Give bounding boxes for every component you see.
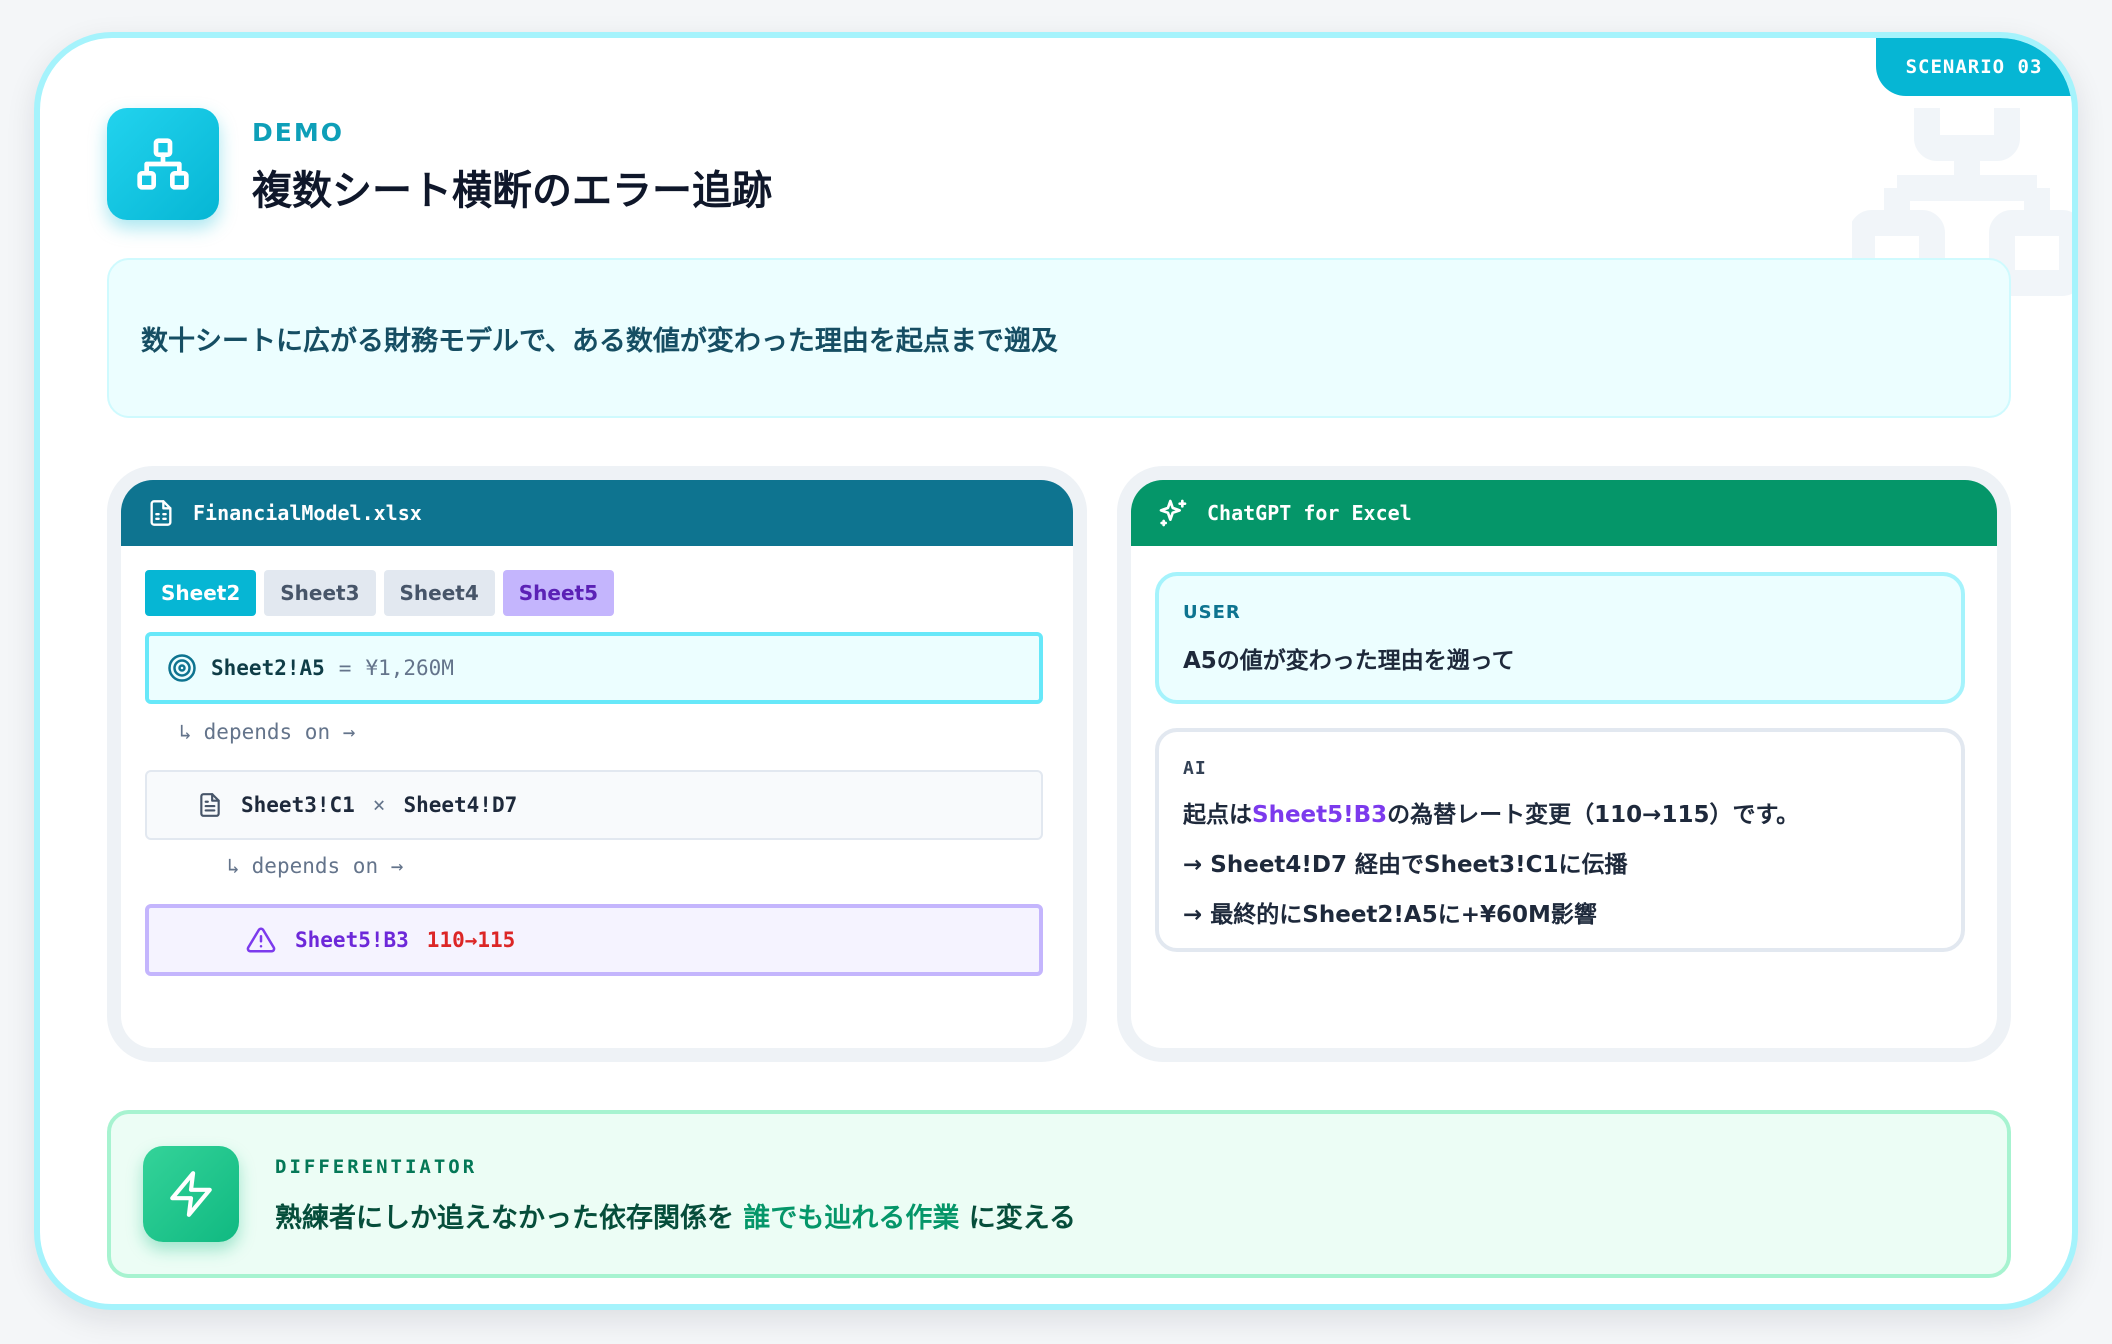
document-icon — [200, 793, 220, 817]
scenario-badge: SCENARIO 03 — [1876, 38, 2072, 96]
return-arrow-icon: ↳ — [227, 854, 240, 878]
description-text: 数十シートに広がる財務モデルで、ある数値が変わった理由を起点まで遡及 — [141, 325, 1058, 357]
page-title: 複数シート横断のエラー追跡 — [252, 168, 772, 214]
depends-label-2: depends on → — [251, 854, 404, 878]
ai-message-line-1: 起点はSheet5!B3の為替レート変更（110→115）です。 — [1183, 795, 1937, 829]
warning-icon — [246, 927, 276, 953]
differentiator-box: DIFFERENTIATOR 熟練者にしか追えなかった依存関係を 誰でも辿れる作… — [107, 1110, 2011, 1278]
trace-origin-cell[interactable]: Sheet5!B3 110→115 — [145, 904, 1043, 976]
origin-cell-ref: Sheet5!B3 — [295, 928, 409, 952]
differentiator-tag: DIFFERENTIATOR — [275, 1156, 478, 1178]
ai-line1-ref: Sheet5!B3 — [1252, 802, 1388, 828]
diff-text-after: に変える — [959, 1203, 1076, 1234]
spreadsheet-header: FinancialModel.xlsx — [121, 480, 1073, 546]
chat-panel: ChatGPT for Excel USER A5の値が変わった理由を遡って A… — [1117, 466, 2011, 1062]
trace-root-cell[interactable]: Sheet2!A5 = ¥1,260M — [145, 632, 1043, 704]
ai-role-label: AI — [1183, 758, 1207, 779]
origin-change: 110→115 — [426, 928, 516, 952]
diff-text-emphasis: 誰でも辿れる作業 — [743, 1203, 960, 1234]
ai-message-line-2: → Sheet4!D7 経由でSheet3!C1に伝播 — [1183, 852, 1628, 878]
sitemap-icon — [107, 108, 219, 220]
tab-sheet5[interactable]: Sheet5 — [502, 570, 614, 616]
ai-line1-prefix: 起点は — [1183, 802, 1252, 828]
root-value: ¥1,260M — [365, 656, 454, 680]
target-icon — [168, 654, 196, 682]
scenario-description: 数十シートに広がる財務モデルで、ある数値が変わった理由を起点まで遡及 — [107, 258, 2011, 418]
depends-on-1: ↳ depends on → — [179, 720, 355, 744]
section-tag: DEMO — [252, 118, 344, 147]
ai-message-line-3: → 最終的にSheet2!A5に+¥60M影響 — [1183, 902, 1597, 928]
tab-sheet3[interactable]: Sheet3 — [264, 570, 376, 616]
middle-right-ref: Sheet4!D7 — [403, 793, 518, 817]
spreadsheet-panel: FinancialModel.xlsx Sheet2 Sheet3 Sheet4… — [107, 466, 1087, 1062]
chat-title: ChatGPT for Excel — [1207, 501, 1412, 525]
trace-middle-cell[interactable]: Sheet3!C1 × Sheet4!D7 — [145, 770, 1043, 840]
differentiator-text: 熟練者にしか追えなかった依存関係を 誰でも辿れる作業 に変える — [275, 1196, 1076, 1235]
file-name: FinancialModel.xlsx — [193, 501, 422, 525]
return-arrow-icon: ↳ — [179, 720, 192, 744]
depends-on-2: ↳ depends on → — [227, 854, 403, 878]
depends-label-1: depends on → — [203, 720, 356, 744]
root-equals: = — [338, 656, 352, 680]
spreadsheet-file-icon — [150, 500, 172, 526]
user-role-label: USER — [1183, 602, 1241, 623]
chat-header: ChatGPT for Excel — [1131, 480, 1997, 546]
ai-message: AI 起点はSheet5!B3の為替レート変更（110→115）です。 → Sh… — [1155, 728, 1965, 952]
scenario-card: SCENARIO 03 DEMO 複数シート横断のエラー追跡 数十シートに広がる… — [34, 32, 2078, 1310]
sheet-tabs: Sheet2 Sheet3 Sheet4 Sheet5 — [145, 570, 614, 616]
middle-operator: × — [372, 793, 386, 817]
root-cell-ref: Sheet2!A5 — [211, 656, 325, 680]
tab-sheet2[interactable]: Sheet2 — [145, 570, 257, 616]
sparkles-icon — [1159, 499, 1187, 527]
middle-left-ref: Sheet3!C1 — [241, 793, 355, 817]
user-message: USER A5の値が変わった理由を遡って — [1155, 572, 1965, 704]
user-message-text: A5の値が変わった理由を遡って — [1183, 648, 1515, 674]
ai-line1-suffix: の為替レート変更（110→115）です。 — [1387, 802, 1800, 828]
lightning-icon — [143, 1146, 239, 1242]
tab-sheet4[interactable]: Sheet4 — [383, 570, 495, 616]
diff-text-before: 熟練者にしか追えなかった依存関係を — [275, 1203, 744, 1234]
